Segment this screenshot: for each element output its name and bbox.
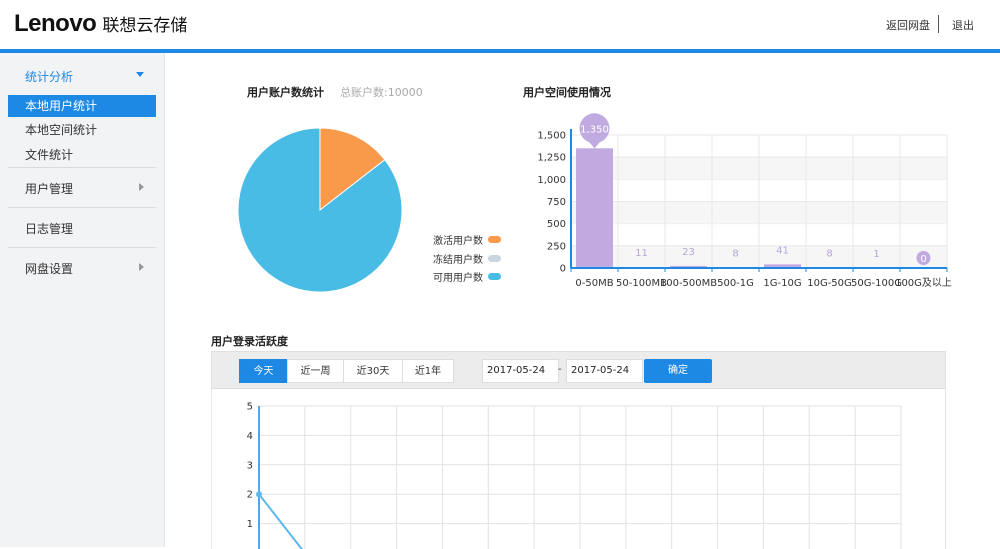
data-label: 23	[682, 247, 695, 258]
accounts-total-count: 总账户数:10000	[340, 84, 423, 100]
y-tick-label: 3	[247, 460, 253, 471]
sidebar: 统计分析 本地用户统计 本地空间统计 文件统计 用户管理 日志管理 网盘设置	[0, 53, 165, 547]
chevron-right-icon[interactable]	[139, 263, 144, 271]
logo-product-name: 联想云存储	[102, 11, 187, 36]
y-tick-label: 1,500	[537, 131, 566, 142]
activity-chart-frame: 1 2 3 4 5	[211, 389, 946, 549]
accounts-pie-chart	[230, 120, 410, 300]
space-chart-title: 用户空间使用情况	[523, 84, 611, 100]
x-tick-label: 0-50MB	[575, 278, 613, 289]
activity-chart-title: 用户登录活跃度	[211, 333, 288, 349]
y-tick-label: 250	[547, 241, 566, 252]
legend-label: 可用用户数	[433, 269, 483, 284]
sidebar-group-user-management[interactable]: 用户管理	[25, 180, 73, 197]
y-tick-label: 4	[247, 431, 253, 442]
back-to-drive-link[interactable]: 返回网盘	[886, 17, 930, 33]
sidebar-item-file-stats[interactable]: 文件统计	[8, 144, 156, 166]
y-tick-label: 750	[547, 197, 566, 208]
sidebar-group-drive-settings[interactable]: 网盘设置	[25, 260, 73, 277]
y-tick-label: 500	[547, 219, 566, 230]
x-tick-label: 10G-50G	[807, 278, 852, 289]
sidebar-item-local-space-stats[interactable]: 本地空间统计	[8, 119, 156, 141]
data-label: 41	[776, 245, 789, 256]
logo-wordmark: Lenovo	[14, 10, 96, 38]
data-label: 11	[635, 248, 648, 259]
date-from-input[interactable]: 2017-05-24	[482, 359, 559, 383]
data-label: 1,350	[580, 124, 609, 135]
tab-30-days[interactable]: 近30天	[343, 359, 403, 383]
legend-item-available[interactable]: 可用用户数	[433, 269, 501, 284]
x-tick-label: 100G及以上	[895, 277, 952, 289]
sidebar-divider	[8, 167, 156, 168]
series-line	[259, 494, 305, 549]
legend-label: 激活用户数	[433, 232, 483, 247]
space-usage-bar-chart: 02505007501,0001,2501,5001,3501123841810…	[530, 108, 965, 298]
activity-line-chart: 1 2 3 4 5	[212, 389, 947, 549]
lenovo-logo[interactable]: Lenovo 联想云存储	[14, 10, 187, 38]
date-to-input[interactable]: 2017-05-24	[566, 359, 643, 383]
tab-week[interactable]: 近一周	[287, 359, 344, 383]
y-tick-label: 5	[247, 402, 253, 413]
x-tick-label: 100-500MB	[660, 278, 717, 289]
legend-item-active[interactable]: 激活用户数	[433, 232, 501, 247]
data-label: 8	[732, 248, 738, 259]
y-tick-label: 1	[247, 519, 253, 530]
legend-swatch-icon	[488, 236, 501, 243]
app-header: Lenovo 联想云存储 返回网盘 退出	[0, 0, 1000, 49]
y-tick-label: 2	[247, 490, 253, 501]
accounts-chart-title: 用户账户数统计	[247, 84, 324, 100]
data-label: 8	[826, 248, 832, 259]
y-tick-label: 0	[560, 264, 566, 275]
bar	[576, 148, 613, 268]
data-point	[256, 491, 262, 497]
legend-swatch-icon	[488, 273, 501, 280]
data-label: 0	[920, 254, 926, 265]
sidebar-group-statistics[interactable]: 统计分析	[25, 68, 73, 85]
x-tick-label: 1G-10G	[763, 278, 801, 289]
sidebar-item-local-user-stats[interactable]: 本地用户统计	[8, 95, 156, 117]
tab-year[interactable]: 近1年	[402, 359, 454, 383]
date-range-dash: -	[558, 364, 562, 375]
logout-link[interactable]: 退出	[952, 17, 974, 33]
y-tick-label: 1,000	[537, 175, 566, 186]
legend-item-frozen[interactable]: 冻结用户数	[433, 251, 501, 266]
sidebar-group-log-management[interactable]: 日志管理	[25, 220, 73, 237]
data-label: 1	[873, 249, 879, 260]
tab-today[interactable]: 今天	[239, 359, 288, 383]
chevron-right-icon[interactable]	[139, 183, 144, 191]
activity-toolbar: 今天 近一周 近30天 近1年 2017-05-24 - 2017-05-24 …	[211, 351, 946, 389]
sidebar-divider	[8, 247, 156, 248]
x-tick-label: 500-1G	[717, 278, 754, 289]
confirm-button[interactable]: 确定	[644, 359, 712, 383]
caret-down-icon[interactable]	[136, 72, 144, 77]
sidebar-divider	[8, 207, 156, 208]
legend-label: 冻结用户数	[433, 251, 483, 266]
y-tick-label: 1,250	[537, 153, 566, 164]
legend-swatch-icon	[488, 255, 501, 262]
header-divider	[938, 15, 939, 33]
